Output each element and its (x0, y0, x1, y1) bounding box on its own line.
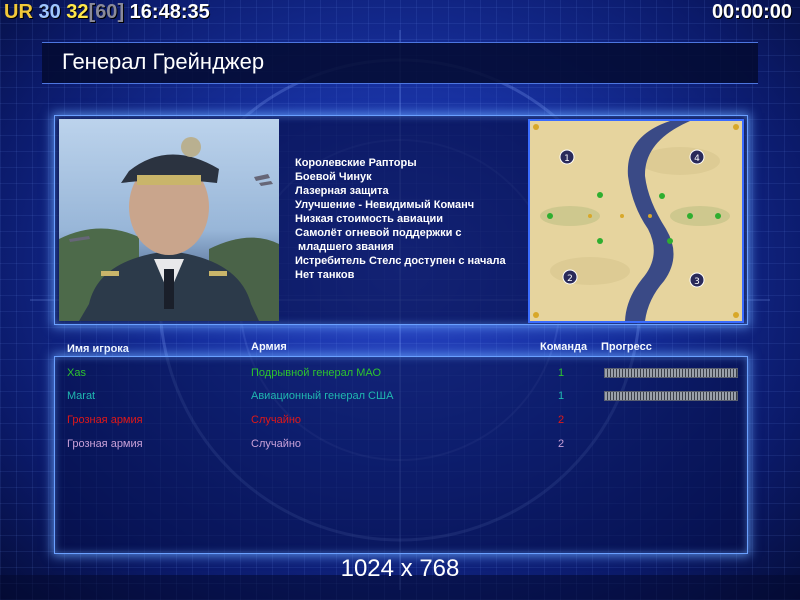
game-timer: 00:00:00 (711, 1, 792, 23)
feature-item: Боевой Чинук (295, 171, 372, 183)
minimap[interactable]: 1 4 2 3 (528, 119, 744, 323)
feature-item: Королевские Рапторы (295, 157, 417, 169)
start-position-1[interactable]: 1 (564, 154, 570, 164)
header-team: Команда (540, 341, 588, 353)
fps-bracket-close: ] (117, 1, 125, 23)
start-position-3[interactable]: 3 (694, 277, 700, 287)
player-army[interactable]: Авиационный генерал США (251, 390, 393, 402)
feature-item: Нет танков (295, 269, 355, 281)
fps-value: 32 (66, 1, 89, 23)
ur-label: UR (4, 1, 33, 23)
general-features-list: Королевские Рапторы Боевой Чинук Лазерна… (295, 156, 506, 282)
feature-item: Низкая стоимость авиации (295, 213, 444, 225)
system-clock: 16:48:35 (129, 1, 210, 23)
player-army[interactable]: Случайно (251, 438, 301, 450)
progress-bar (604, 368, 738, 378)
feature-item: Улучшение - Невидимый Команч (295, 199, 475, 211)
hud-stats: UR 30 32[60] 16:48:35 (4, 0, 210, 24)
player-team[interactable]: 1 (558, 390, 564, 402)
player-name: Грозная армия (67, 438, 143, 450)
player-team[interactable]: 2 (558, 414, 564, 426)
player-name: Xas (67, 367, 86, 379)
start-position-2[interactable]: 2 (567, 274, 573, 284)
player-name: Грозная армия (67, 414, 143, 426)
start-position-4[interactable]: 4 (694, 154, 700, 164)
player-team[interactable]: 1 (558, 367, 564, 379)
ur-value: 30 (38, 1, 61, 23)
portrait-image (59, 137, 279, 321)
player-team[interactable]: 2 (558, 438, 564, 450)
feature-item: Самолёт огневой поддержки с (295, 227, 462, 239)
header-progress: Прогресс (601, 341, 652, 353)
players-table (54, 356, 748, 554)
title-bar: Генерал Грейнджер (42, 42, 758, 84)
feature-item: Лазерная защита (295, 185, 389, 197)
header-army: Армия (251, 341, 287, 353)
player-name: Marat (67, 390, 96, 402)
header-player-name: Имя игрока (67, 343, 129, 355)
player-army[interactable]: Случайно (251, 414, 301, 426)
general-info-panel: Королевские Рапторы Боевой Чинук Лазерна… (54, 115, 748, 325)
general-portrait (59, 119, 279, 321)
player-army[interactable]: Подрывной генерал МАО (251, 367, 381, 379)
feature-item: младшего звания (295, 241, 394, 253)
minimap-terrain: 1 4 2 3 (530, 121, 742, 321)
general-title: Генерал Грейнджер (62, 49, 265, 74)
progress-bar (604, 391, 738, 401)
feature-item: Истребитель Стелс доступен с начала (295, 255, 506, 267)
fps-cap: 60 (95, 1, 118, 23)
resolution-label: 1024 x 768 (340, 555, 460, 582)
